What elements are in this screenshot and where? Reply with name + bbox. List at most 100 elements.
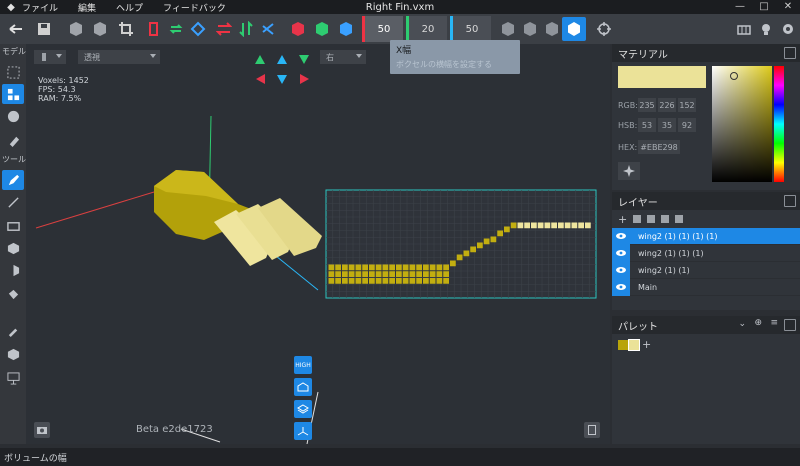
pencil-tool[interactable] — [2, 170, 24, 190]
move-down-button[interactable] — [274, 72, 290, 86]
layer-row[interactable]: Main — [612, 278, 800, 296]
flip-x-button[interactable] — [212, 17, 236, 41]
device-preview-button[interactable] — [584, 422, 600, 438]
green-cube-button[interactable] — [310, 17, 334, 41]
cube-tool[interactable] — [2, 238, 24, 258]
extrude-tool[interactable] — [2, 260, 24, 280]
delete-layer-icon[interactable] — [675, 215, 684, 223]
axis-gizmo-button[interactable] — [294, 422, 312, 440]
export-button[interactable] — [88, 17, 112, 41]
eye-icon[interactable] — [612, 278, 630, 296]
move-up-button[interactable] — [274, 52, 290, 66]
loop-button[interactable] — [164, 17, 188, 41]
maximize-icon[interactable]: □ — [752, 0, 776, 14]
move-in-button[interactable] — [142, 17, 166, 41]
settings-button[interactable] — [776, 17, 800, 41]
arrow-up-icon — [255, 54, 265, 64]
rotate-button[interactable] — [186, 17, 210, 41]
menu-help[interactable]: ヘルプ — [116, 1, 143, 14]
projection-dropdown[interactable] — [34, 50, 66, 64]
rgb-b-input[interactable]: 152 — [678, 98, 696, 112]
menu-file[interactable]: ファイル — [22, 1, 58, 14]
add-color-icon[interactable]: + — [642, 338, 651, 351]
import-button[interactable] — [64, 17, 88, 41]
layer-row[interactable]: wing2 (1) (1) — [612, 261, 800, 279]
eye-icon[interactable] — [612, 244, 630, 262]
zoom-icon[interactable]: ⊕ — [754, 318, 762, 328]
eye-icon[interactable] — [612, 227, 630, 245]
camera-direction-dropdown[interactable]: 右 — [320, 50, 366, 64]
hex-input[interactable]: #EBE298 — [638, 140, 680, 154]
select-tool[interactable] — [2, 62, 24, 82]
eraser-tool[interactable] — [2, 130, 24, 150]
light-button[interactable] — [754, 17, 778, 41]
merge-layer-icon[interactable] — [647, 215, 656, 223]
picker-tool[interactable] — [2, 320, 24, 340]
back-button[interactable] — [4, 17, 28, 41]
layer-row[interactable]: wing2 (1) (1) (1) — [612, 244, 800, 262]
presentation-tool[interactable] — [2, 368, 24, 388]
layers-view-button[interactable] — [294, 400, 312, 418]
depth-z-input[interactable]: 50 — [453, 16, 491, 42]
hsb-h-input[interactable]: 53 — [638, 118, 656, 132]
width-x-input[interactable]: 50 — [365, 16, 403, 42]
voxel-cell — [416, 278, 422, 284]
layout-tool[interactable] — [2, 84, 24, 104]
hsb-b-input[interactable]: 92 — [678, 118, 696, 132]
voxel-cell — [436, 278, 443, 284]
height-y-input[interactable]: 20 — [409, 16, 447, 42]
render-quality-button[interactable]: HIGH — [294, 356, 312, 374]
crop-button[interactable] — [114, 17, 138, 41]
add-layer-icon[interactable]: + — [618, 213, 627, 226]
flip-y-button[interactable] — [234, 17, 258, 41]
eyedropper-button[interactable] — [618, 162, 640, 180]
blue-cube-button[interactable] — [334, 17, 358, 41]
voxel-tool[interactable] — [2, 344, 24, 364]
shape-1-button[interactable] — [496, 17, 520, 41]
popout-icon[interactable] — [784, 195, 796, 207]
chevron-down-icon[interactable]: ⌄ — [738, 319, 746, 329]
3d-viewport[interactable]: 透視 右 Voxels: 1452 FPS: 54.3 RAM: 7.5% HI… — [26, 44, 610, 444]
popout-icon[interactable] — [784, 47, 796, 59]
rgb-r-input[interactable]: 235 — [638, 98, 656, 112]
picker-handle[interactable] — [730, 72, 738, 80]
saturation-brightness-picker[interactable] — [712, 66, 772, 182]
menu-edit[interactable]: 編集 — [78, 1, 96, 14]
hsb-s-input[interactable]: 35 — [658, 118, 676, 132]
close-icon[interactable]: ✕ — [776, 0, 800, 14]
menu-feedback[interactable]: フィードバック — [163, 1, 226, 14]
layer-row[interactable]: wing2 (1) (1) (1) (1) — [612, 227, 800, 245]
paint-palette-tool[interactable] — [2, 106, 24, 126]
palette-swatch-dark[interactable] — [618, 340, 628, 350]
move-left-button[interactable] — [252, 72, 268, 86]
move-up-left-button[interactable] — [252, 52, 268, 66]
shape-4-button[interactable] — [562, 17, 586, 41]
target-button[interactable] — [592, 17, 616, 41]
palette-swatch-light[interactable] — [628, 339, 640, 351]
fill-tool[interactable] — [2, 284, 24, 304]
voxel-cell — [335, 264, 341, 271]
move-right-button[interactable] — [296, 72, 312, 86]
minimize-icon[interactable]: — — [728, 0, 752, 14]
save-button[interactable] — [32, 17, 56, 41]
red-cube-button[interactable] — [286, 17, 310, 41]
screenshot-button[interactable] — [34, 422, 50, 438]
rename-layer-icon[interactable] — [661, 215, 670, 223]
popout-icon[interactable] — [784, 319, 796, 331]
menu-icon[interactable]: ≡ — [770, 318, 778, 328]
eye-icon[interactable] — [612, 261, 630, 279]
flip-z-button[interactable] — [256, 17, 280, 41]
toggle-view-button[interactable] — [732, 17, 756, 41]
duplicate-layer-icon[interactable] — [633, 215, 642, 223]
rgb-g-input[interactable]: 226 — [658, 98, 676, 112]
rectangle-tool[interactable] — [2, 216, 24, 236]
shape-3-button[interactable] — [540, 17, 564, 41]
view-mode-dropdown[interactable]: 透視 — [78, 50, 160, 64]
palette-panel: パレット ⌄ ⊕ ≡ + — [612, 316, 800, 444]
shape-2-button[interactable] — [518, 17, 542, 41]
move-down-right-button[interactable] — [296, 52, 312, 66]
line-tool[interactable] — [2, 192, 24, 212]
hue-slider[interactable] — [774, 66, 784, 182]
voxel-cell — [423, 264, 429, 271]
shading-button[interactable] — [294, 378, 312, 396]
